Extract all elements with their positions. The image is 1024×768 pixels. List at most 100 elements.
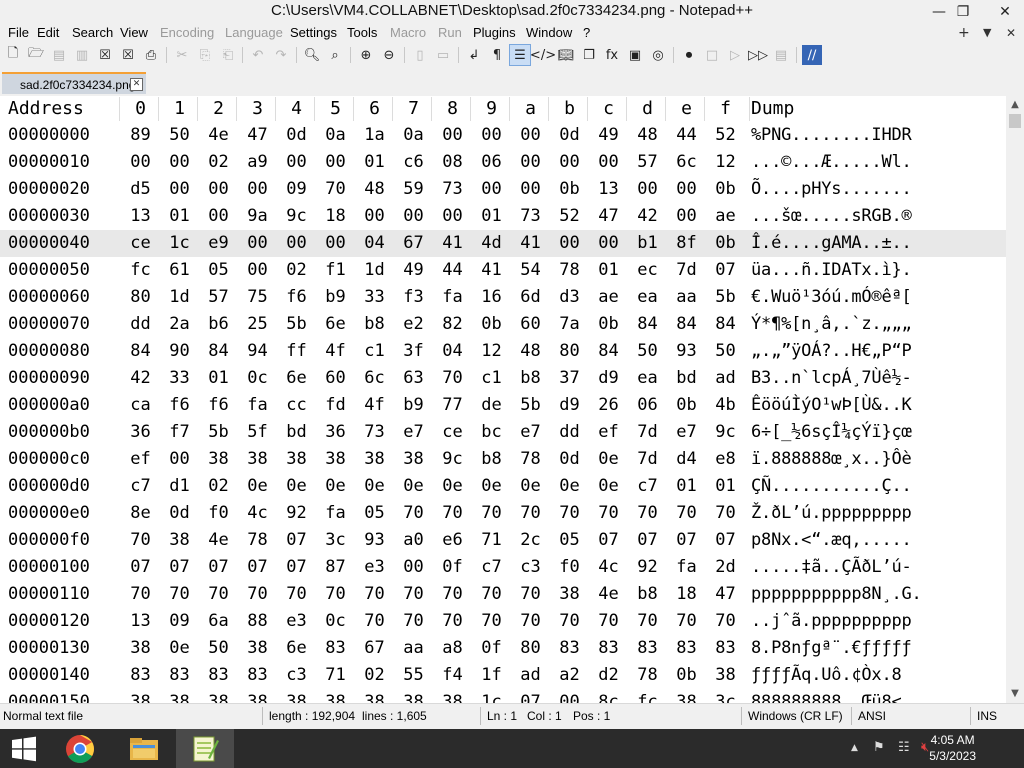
byte-cell[interactable]: 59 <box>394 176 433 203</box>
byte-cell[interactable]: 70 <box>121 527 160 554</box>
byte-cell[interactable]: ff <box>277 338 316 365</box>
byte-cell[interactable]: 9a <box>238 203 277 230</box>
byte-cell[interactable]: 70 <box>160 581 199 608</box>
byte-cell[interactable]: fc <box>628 689 667 703</box>
byte-cell[interactable]: bd <box>277 419 316 446</box>
byte-cell[interactable]: 83 <box>121 662 160 689</box>
byte-cell[interactable]: 5b <box>199 419 238 446</box>
byte-cell[interactable]: d9 <box>589 365 628 392</box>
byte-cell[interactable]: 70 <box>706 608 745 635</box>
byte-cell[interactable]: 83 <box>589 635 628 662</box>
byte-cell[interactable]: d1 <box>160 473 199 500</box>
show-hidden-icons[interactable]: ▲ <box>851 743 858 753</box>
byte-cell[interactable]: 07 <box>511 689 550 703</box>
byte-cell[interactable]: 50 <box>199 635 238 662</box>
byte-cell[interactable]: 00 <box>238 257 277 284</box>
hex-editor-icon[interactable]: ∕∕ <box>802 45 822 65</box>
byte-cell[interactable]: 80 <box>121 284 160 311</box>
byte-cell[interactable]: 70 <box>589 608 628 635</box>
byte-cell[interactable]: ad <box>511 662 550 689</box>
byte-cell[interactable]: 78 <box>628 662 667 689</box>
byte-cell[interactable]: 55 <box>394 662 433 689</box>
byte-cell[interactable]: 38 <box>433 689 472 703</box>
byte-cell[interactable]: 02 <box>355 662 394 689</box>
byte-cell[interactable]: 6c <box>667 149 706 176</box>
menu-macro[interactable]: Macro <box>390 24 426 42</box>
byte-cell[interactable]: b1 <box>628 230 667 257</box>
byte-cell[interactable]: 57 <box>199 284 238 311</box>
byte-cell[interactable]: 38 <box>121 689 160 703</box>
hex-row[interactable]: 000000a0 ca f6 f6 fa cc fd 4f b9 77 de 5b d9 26 06 0b 4b… <box>0 392 1006 419</box>
byte-cell[interactable]: 5b <box>706 284 745 311</box>
byte-cell[interactable]: 00 <box>472 176 511 203</box>
byte-cell[interactable]: 0c <box>238 365 277 392</box>
byte-cell[interactable]: e7 <box>394 419 433 446</box>
byte-cell[interactable]: 38 <box>667 689 706 703</box>
byte-cell[interactable]: 5b <box>511 392 550 419</box>
byte-cell[interactable]: 48 <box>628 122 667 149</box>
byte-cell[interactable]: 7a <box>550 311 589 338</box>
row-dump[interactable]: .....‡ã..ÇÃðL’ú- <box>751 554 981 581</box>
hex-row[interactable]: 00000020 d5 00 00 00 09 70 48 59 73 00 00 0b 13 00 00 0b… <box>0 176 1006 203</box>
byte-cell[interactable]: fa <box>433 284 472 311</box>
xml-tag-icon[interactable]: </> <box>530 45 556 65</box>
new-tab-icon[interactable]: + <box>958 24 970 42</box>
byte-cell[interactable]: 38 <box>355 689 394 703</box>
byte-cell[interactable]: 84 <box>121 338 160 365</box>
byte-cell[interactable]: c1 <box>472 365 511 392</box>
byte-cell[interactable]: 38 <box>238 446 277 473</box>
byte-cell[interactable]: 70 <box>277 581 316 608</box>
byte-cell[interactable]: 70 <box>550 500 589 527</box>
start-button[interactable] <box>0 729 48 768</box>
byte-cell[interactable]: 83 <box>706 635 745 662</box>
byte-cell[interactable]: ae <box>706 203 745 230</box>
byte-cell[interactable]: 83 <box>199 662 238 689</box>
byte-cell[interactable]: 12 <box>472 338 511 365</box>
byte-cell[interactable]: b8 <box>628 581 667 608</box>
byte-cell[interactable]: ef <box>589 419 628 446</box>
row-dump[interactable]: 6÷[_½6sçÎ¼çÝï}çœ <box>751 419 981 446</box>
hex-row[interactable]: 000000f0 70 38 4e 78 07 3c 93 a0 e6 71 2c 05 07 07 07 07… <box>0 527 1006 554</box>
byte-cell[interactable]: 94 <box>238 338 277 365</box>
byte-cell[interactable]: 0b <box>706 176 745 203</box>
byte-cell[interactable]: 00 <box>238 230 277 257</box>
byte-cell[interactable]: f6 <box>277 284 316 311</box>
menu-file[interactable]: File <box>8 24 29 42</box>
menu-tools[interactable]: Tools <box>347 24 377 42</box>
byte-cell[interactable]: 38 <box>199 689 238 703</box>
byte-cell[interactable]: 12 <box>706 149 745 176</box>
byte-cell[interactable]: 00 <box>472 122 511 149</box>
byte-cell[interactable]: e3 <box>355 554 394 581</box>
byte-cell[interactable]: 90 <box>160 338 199 365</box>
byte-cell[interactable]: 93 <box>667 338 706 365</box>
byte-cell[interactable]: 1c <box>472 689 511 703</box>
hex-row[interactable]: 000000e0 8e 0d f0 4c 92 fa 05 70 70 70 70 70 70 70 70 70… <box>0 500 1006 527</box>
byte-cell[interactable]: 00 <box>433 203 472 230</box>
byte-cell[interactable]: 54 <box>511 257 550 284</box>
byte-cell[interactable]: 78 <box>511 446 550 473</box>
byte-cell[interactable]: 00 <box>199 176 238 203</box>
hex-row[interactable]: 00000150 38 38 38 38 38 38 38 38 38 1c 07 00 8c fc 38 3c… <box>0 689 1006 703</box>
byte-cell[interactable]: 4f <box>355 392 394 419</box>
byte-cell[interactable]: 77 <box>433 392 472 419</box>
hex-row[interactable]: 00000030 13 01 00 9a 9c 18 00 00 00 01 73 52 47 42 00 ae… <box>0 203 1006 230</box>
byte-cell[interactable]: 70 <box>355 581 394 608</box>
menu-encoding[interactable]: Encoding <box>160 24 214 42</box>
byte-cell[interactable]: c3 <box>277 662 316 689</box>
byte-cell[interactable]: 00 <box>277 230 316 257</box>
byte-cell[interactable]: 70 <box>316 176 355 203</box>
byte-cell[interactable]: 07 <box>121 554 160 581</box>
byte-cell[interactable]: 70 <box>472 500 511 527</box>
hex-row[interactable]: 00000080 84 90 84 94 ff 4f c1 3f 04 12 48 80 84 50 93 50… <box>0 338 1006 365</box>
byte-cell[interactable]: 13 <box>589 176 628 203</box>
byte-cell[interactable]: 0e <box>589 473 628 500</box>
byte-cell[interactable]: 70 <box>433 581 472 608</box>
byte-cell[interactable]: 0d <box>160 500 199 527</box>
byte-cell[interactable]: 00 <box>355 203 394 230</box>
byte-cell[interactable]: cc <box>277 392 316 419</box>
byte-cell[interactable]: 0b <box>472 311 511 338</box>
save-macro-icon[interactable]: ▤ <box>771 45 791 65</box>
row-dump[interactable]: üa...ñ.IDATx.ì}. <box>751 257 981 284</box>
byte-cell[interactable]: 70 <box>550 608 589 635</box>
byte-cell[interactable]: 01 <box>199 365 238 392</box>
